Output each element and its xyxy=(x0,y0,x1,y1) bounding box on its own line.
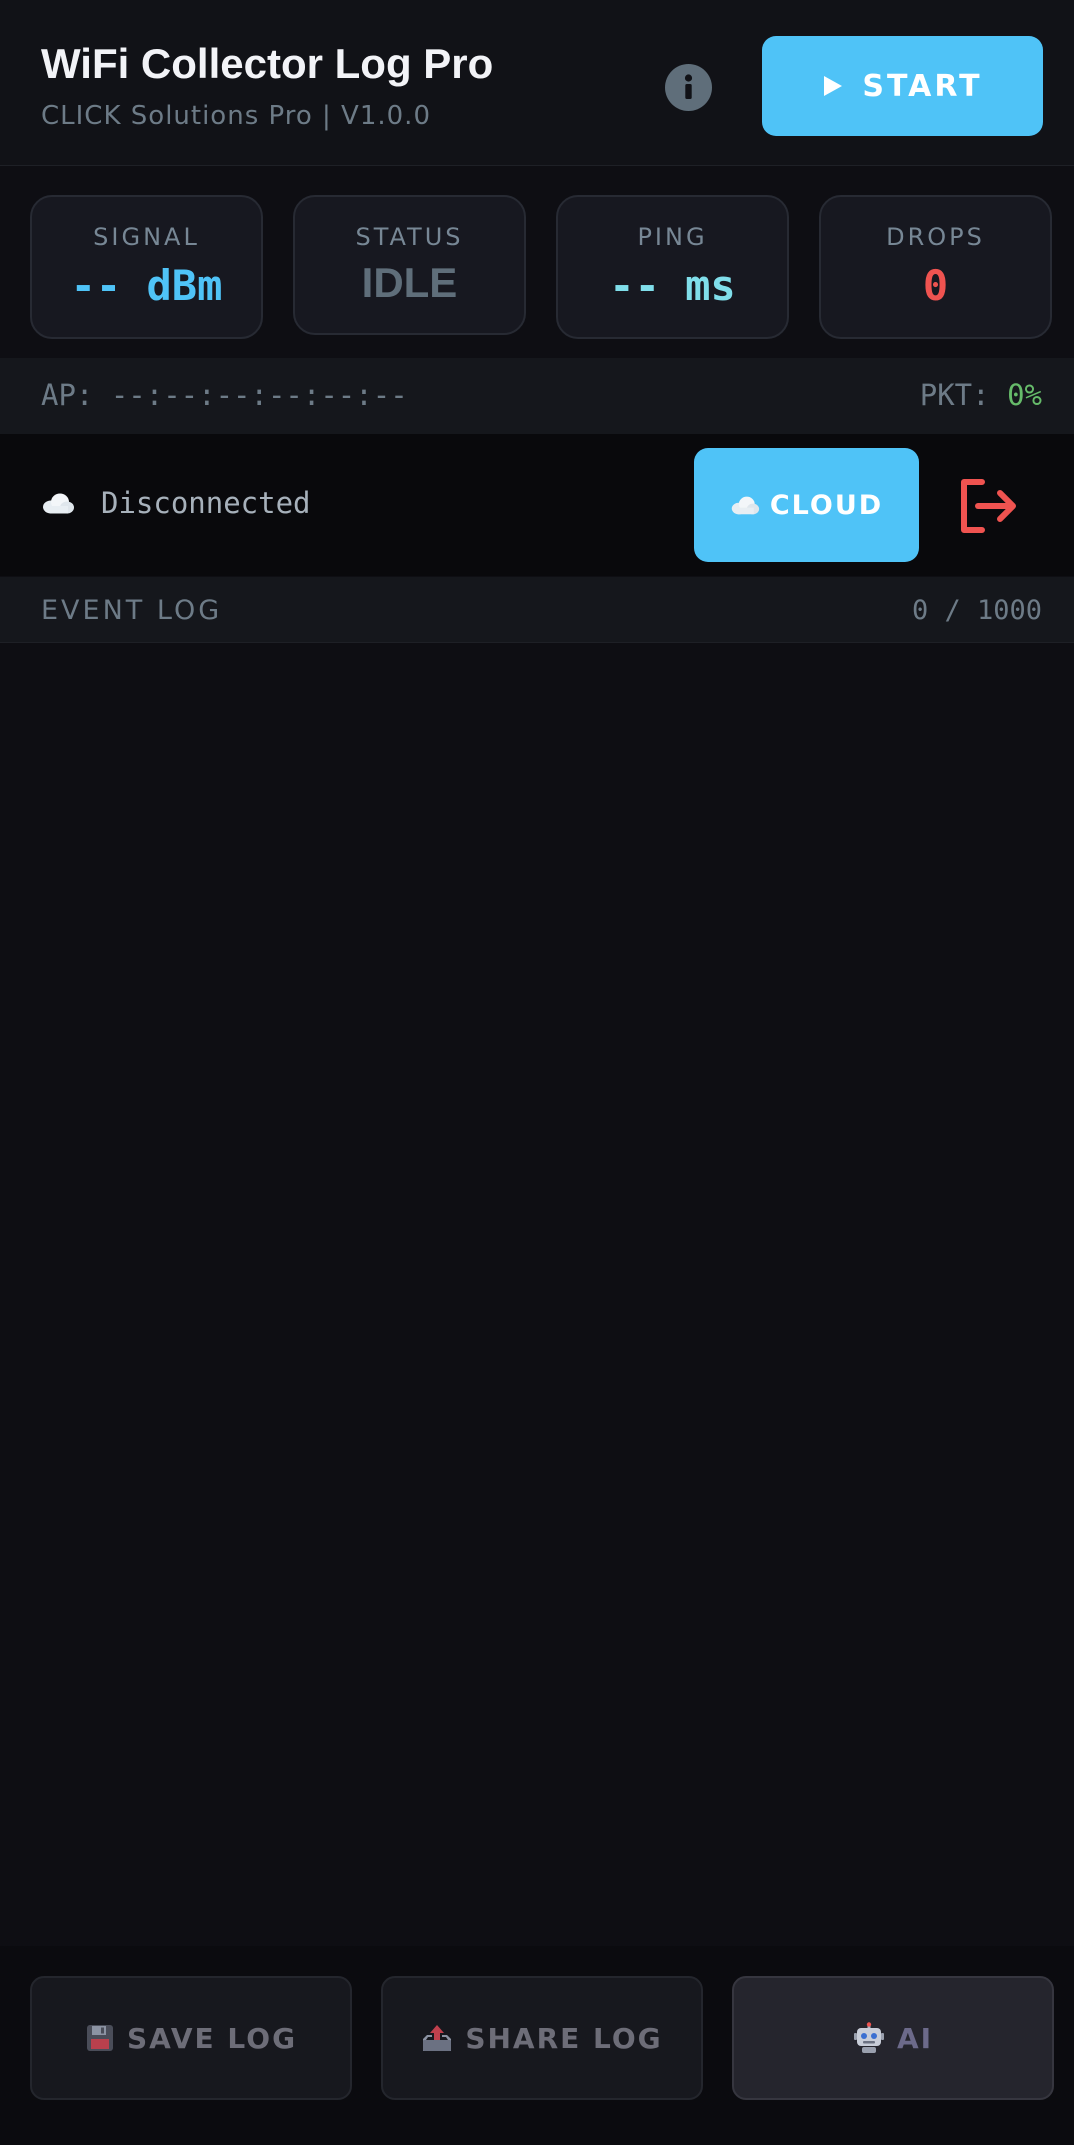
ap-bar: AP: --:--:--:--:--:-- PKT: 0% xyxy=(0,358,1074,434)
share-log-label: SHARE LOG xyxy=(465,2021,663,2055)
app-header: WiFi Collector Log Pro CLICK Solutions P… xyxy=(0,0,1074,166)
logout-button[interactable] xyxy=(958,478,1020,534)
event-log-title: EVENT LOG xyxy=(41,595,223,626)
cloud-button-icon xyxy=(731,496,759,515)
app-title: WiFi Collector Log Pro xyxy=(41,40,494,87)
signal-label: SIGNAL xyxy=(93,223,200,251)
cloud-status-text: Disconnected xyxy=(101,486,311,520)
ping-card: PING -- ms xyxy=(556,195,789,339)
cloud-button[interactable]: CLOUD xyxy=(694,448,919,562)
play-icon xyxy=(824,76,843,96)
ap-address: AP: --:--:--:--:--:-- xyxy=(41,378,408,412)
packet-loss-label: PKT: xyxy=(919,378,990,412)
info-icon xyxy=(684,74,693,99)
event-log-count: 0 / 1000 xyxy=(911,595,1042,626)
status-card: STATUS IDLE xyxy=(293,195,526,335)
save-log-label: SAVE LOG xyxy=(126,2021,298,2055)
drops-card: DROPS 0 xyxy=(819,195,1052,339)
ping-value: -- ms xyxy=(609,261,736,310)
cloud-icon xyxy=(43,493,74,514)
floppy-disk-icon xyxy=(86,2025,113,2051)
app-subtitle: CLICK Solutions Pro | V1.0.0 xyxy=(41,101,431,131)
outbox-tray-icon xyxy=(423,2025,452,2051)
cloud-button-label: CLOUD xyxy=(769,489,884,521)
stats-row: SIGNAL -- dBm STATUS IDLE PING -- ms DRO… xyxy=(0,167,1074,357)
status-label: STATUS xyxy=(355,223,464,251)
bottom-action-bar: SAVE LOG SHARE LOG AI xyxy=(0,1946,1074,2145)
start-button[interactable]: START xyxy=(762,36,1043,136)
drops-label: DROPS xyxy=(886,223,985,251)
ai-label: AI xyxy=(896,2021,934,2055)
drops-value: 0 xyxy=(922,261,949,310)
save-log-button[interactable]: SAVE LOG xyxy=(30,1976,352,2100)
robot-icon xyxy=(853,2022,884,2053)
cloud-status: Disconnected xyxy=(41,486,311,520)
event-log-header: EVENT LOG 0 / 1000 xyxy=(0,577,1074,643)
cloud-row: Disconnected CLOUD xyxy=(0,434,1074,576)
start-button-label: START xyxy=(862,68,983,104)
share-log-button[interactable]: SHARE LOG xyxy=(381,1976,703,2100)
info-button[interactable] xyxy=(665,64,712,111)
packet-loss: PKT: 0% xyxy=(920,378,1042,412)
event-log-list[interactable] xyxy=(0,644,1074,1946)
ping-label: PING xyxy=(637,223,708,251)
packet-loss-value: 0% xyxy=(1007,378,1042,412)
signal-value: -- dBm xyxy=(70,261,223,310)
logout-icon xyxy=(961,479,1016,533)
status-value: IDLE xyxy=(361,259,458,306)
ai-button[interactable]: AI xyxy=(732,1976,1054,2100)
signal-card: SIGNAL -- dBm xyxy=(30,195,263,339)
